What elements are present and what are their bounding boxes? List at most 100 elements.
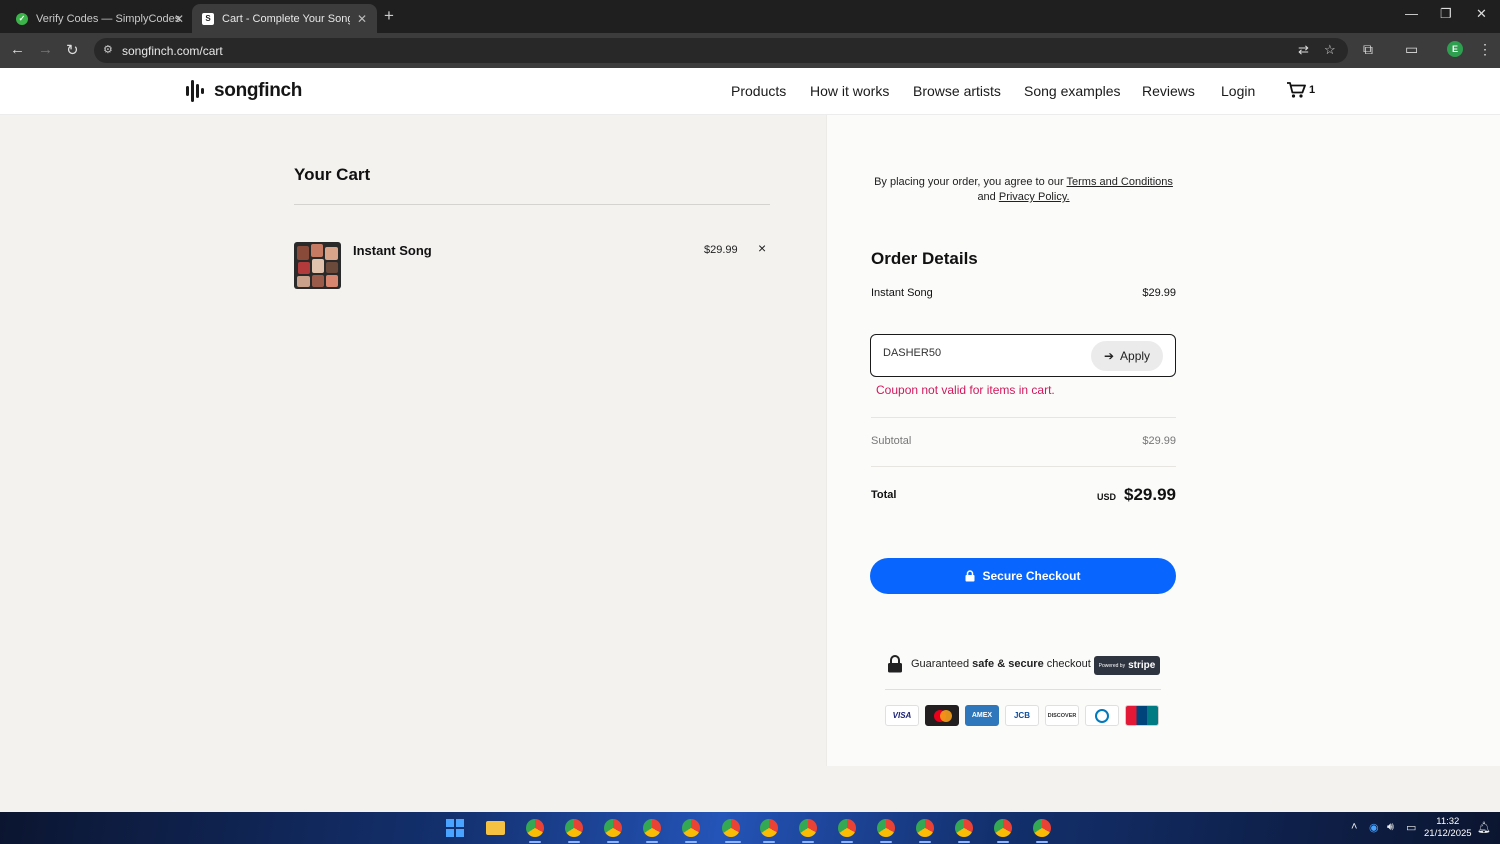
close-tab-icon[interactable]: ✕ [174, 12, 184, 26]
nav-browse-artists[interactable]: Browse artists [913, 83, 1001, 99]
terms-notice: By placing your order, you agree to our … [871, 175, 1176, 205]
browser-toolbar: ← → ↻ ⚙ songfinch.com/cart ⇄ ☆ ⧉ ▭ E ⋮ [0, 33, 1500, 68]
subtotal-value: $29.99 [1142, 435, 1176, 447]
product-thumbnail [294, 242, 341, 289]
sidepanel-icon[interactable]: ▭ [1405, 41, 1418, 58]
chrome-icon[interactable] [565, 819, 583, 837]
chrome-icon[interactable] [722, 819, 740, 837]
order-details-title: Order Details [871, 249, 978, 268]
url-text[interactable]: songfinch.com/cart [122, 44, 223, 58]
terms-mid: and [977, 191, 999, 203]
line-item-name: Instant Song [871, 287, 933, 299]
divider [885, 689, 1161, 690]
page-viewport: songfinch Products How it works Browse a… [0, 68, 1500, 812]
profile-avatar[interactable]: E [1447, 41, 1463, 57]
chrome-icon[interactable] [916, 819, 934, 837]
nav-how-it-works[interactable]: How it works [810, 83, 889, 99]
file-explorer-icon[interactable] [486, 821, 505, 835]
forward-icon[interactable]: → [38, 41, 53, 58]
visa-card-icon: VISA [885, 705, 919, 726]
site-info-icon[interactable]: ⚙ [103, 43, 113, 56]
s-logo-icon: S [202, 12, 214, 25]
songfinch-logo[interactable]: songfinch [186, 78, 302, 104]
cart-button[interactable]: 1 [1286, 81, 1315, 99]
nav-reviews[interactable]: Reviews [1142, 83, 1195, 99]
coupon-input[interactable] [883, 347, 1083, 359]
currency-code: USD [1096, 492, 1116, 502]
chrome-icon[interactable] [526, 819, 544, 837]
order-summary-panel: By placing your order, you agree to our … [826, 115, 1500, 766]
stripe-powered-label: Powered by [1098, 662, 1126, 669]
chrome-icon[interactable] [838, 819, 856, 837]
windows-start-icon[interactable] [446, 819, 464, 837]
running-indicator [725, 841, 741, 843]
chevron-up-icon[interactable]: ˄ [1351, 821, 1357, 833]
total-row: Total USD $29.99 [871, 485, 1176, 505]
notification-bell-icon[interactable]: 🔔︎ [1477, 821, 1491, 834]
mastercard-icon [925, 705, 959, 726]
clock-date: 21/12/2025 [1424, 828, 1472, 839]
padlock-icon [888, 655, 902, 673]
brand-name: songfinch [214, 80, 303, 101]
translate-icon[interactable]: ⇄ [1298, 42, 1309, 58]
secure-checkout-button[interactable]: Secure Checkout [870, 558, 1176, 594]
secure-suffix: checkout [1043, 658, 1091, 670]
extensions-icon[interactable]: ⧉ [1363, 41, 1373, 58]
remove-item-button[interactable]: × [758, 240, 766, 256]
new-tab-button[interactable]: + [384, 6, 394, 26]
chrome-icon[interactable] [799, 819, 817, 837]
apply-coupon-button[interactable]: ➔ Apply [1091, 341, 1163, 371]
network-icon[interactable]: ▭ [1406, 821, 1416, 834]
running-indicator [997, 841, 1009, 843]
chrome-icon[interactable] [682, 819, 700, 837]
secure-prefix: Guaranteed [911, 658, 973, 670]
running-indicator [880, 841, 892, 843]
terms-link[interactable]: Terms and Conditions [1067, 176, 1173, 188]
system-clock[interactable]: 11:32 21/12/2025 [1424, 816, 1472, 840]
songfinch-mark-icon [186, 78, 208, 104]
chrome-icon[interactable] [760, 819, 778, 837]
running-indicator [1036, 841, 1048, 843]
chrome-icon[interactable] [643, 819, 661, 837]
line-item-price: $29.99 [1142, 287, 1176, 299]
nav-products[interactable]: Products [731, 83, 786, 99]
running-indicator [685, 841, 697, 843]
menu-kebab-icon[interactable]: ⋮ [1478, 41, 1492, 58]
chrome-icon[interactable] [604, 819, 622, 837]
restore-icon[interactable]: ❐ [1440, 6, 1452, 22]
bookmark-star-icon[interactable]: ☆ [1324, 42, 1336, 58]
running-indicator [802, 841, 814, 843]
unionpay-icon [1125, 705, 1159, 726]
chrome-icon[interactable] [994, 819, 1012, 837]
discover-card-icon: DISCOVER [1045, 705, 1079, 726]
order-line-item: Instant Song $29.99 [871, 287, 1176, 299]
nav-login[interactable]: Login [1221, 83, 1255, 99]
tab-verify-codes[interactable]: ✓ Verify Codes — SimplyCodes ✕ [6, 4, 194, 33]
running-indicator [958, 841, 970, 843]
cart-item-price: $29.99 [704, 244, 738, 256]
close-tab-icon[interactable]: ✕ [357, 12, 367, 26]
chrome-icon[interactable] [1033, 819, 1051, 837]
close-window-icon[interactable]: ✕ [1476, 6, 1487, 22]
back-icon[interactable]: ← [10, 41, 25, 58]
privacy-link[interactable]: Privacy Policy. [999, 191, 1070, 203]
shopping-cart-icon [1287, 82, 1306, 98]
minimize-icon[interactable]: — [1405, 6, 1418, 21]
chrome-icon[interactable] [955, 819, 973, 837]
cart-title: Your Cart [294, 165, 371, 184]
reload-icon[interactable]: ↻ [66, 41, 79, 59]
coupon-field: ➔ Apply [870, 334, 1176, 377]
tab-title: Verify Codes — SimplyCodes [36, 12, 181, 25]
security-icon[interactable]: ◉ [1369, 821, 1379, 834]
nav-song-examples[interactable]: Song examples [1024, 83, 1121, 99]
volume-icon[interactable]: 🔊︎ [1387, 821, 1394, 834]
jcb-card-icon: JCB [1005, 705, 1039, 726]
address-bar[interactable]: ⚙ songfinch.com/cart ⇄ ☆ [94, 38, 1348, 63]
powered-by-stripe-badge: Powered by stripe [1094, 656, 1160, 675]
amex-card-icon: AMEX [965, 705, 999, 726]
tab-songfinch-cart[interactable]: S Cart - Complete Your Song on … ✕ [192, 4, 377, 33]
coupon-error-message: Coupon not valid for items in cart. [876, 383, 1055, 397]
chrome-icon[interactable] [877, 819, 895, 837]
total-value: $29.99 [1124, 485, 1176, 504]
divider [871, 417, 1176, 418]
